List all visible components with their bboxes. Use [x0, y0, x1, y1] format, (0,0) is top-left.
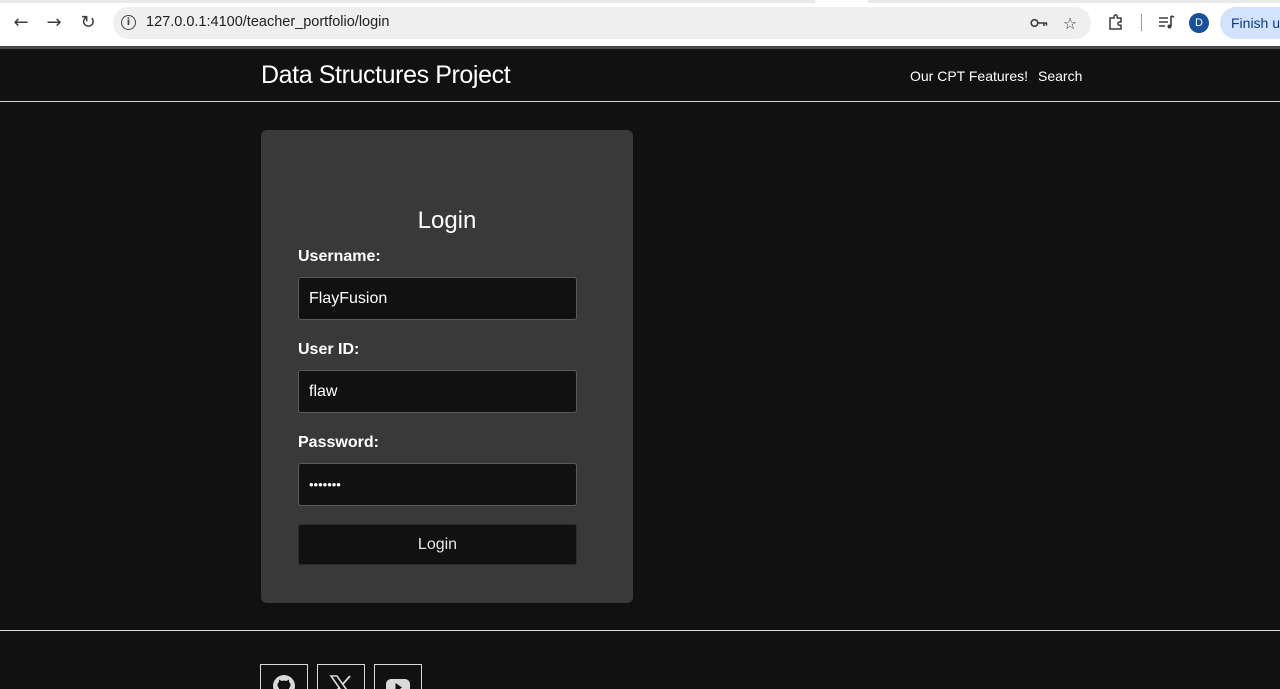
forward-arrow-icon[interactable]: →: [41, 9, 67, 35]
password-input[interactable]: [298, 463, 577, 506]
nav-link-cpt-features[interactable]: Our CPT Features!: [910, 68, 1028, 84]
username-input[interactable]: [298, 277, 577, 320]
reload-icon[interactable]: ↻: [75, 9, 101, 35]
site-header: Data Structures Project Our CPT Features…: [0, 49, 1280, 102]
github-icon[interactable]: [260, 664, 308, 689]
reading-list-icon[interactable]: [1155, 11, 1177, 33]
tab-strip-edge: [0, 0, 815, 3]
address-url[interactable]: 127.0.0.1:4100/teacher_portfolio/login: [146, 14, 389, 30]
login-submit-button[interactable]: Login: [298, 524, 577, 565]
back-arrow-icon[interactable]: ←: [8, 9, 34, 35]
site-title[interactable]: Data Structures Project: [261, 61, 511, 90]
address-bar[interactable]: i 127.0.0.1:4100/teacher_portfolio/login…: [113, 7, 1091, 39]
x-twitter-icon[interactable]: [317, 664, 365, 689]
extensions-puzzle-icon[interactable]: [1105, 11, 1127, 33]
userid-label: User ID:: [298, 341, 360, 358]
browser-toolbar: ← → ↻ i 127.0.0.1:4100/teacher_portfolio…: [0, 0, 1280, 46]
login-title: Login: [417, 207, 477, 234]
finish-update-button[interactable]: Finish up: [1220, 7, 1280, 39]
tab-strip-edge: [868, 0, 1280, 3]
site-info-icon[interactable]: i: [121, 15, 136, 30]
toolbar-separator: [1141, 14, 1142, 31]
username-label: Username:: [298, 248, 381, 265]
bookmark-star-icon[interactable]: ☆: [1060, 13, 1080, 33]
password-label: Password:: [298, 434, 379, 451]
nav-link-search[interactable]: Search: [1038, 68, 1082, 84]
userid-input[interactable]: [298, 370, 577, 413]
footer-divider: [0, 630, 1280, 631]
password-key-icon[interactable]: [1029, 13, 1049, 33]
youtube-icon[interactable]: [374, 664, 422, 689]
login-card: Login Username: User ID: Password: Login: [261, 130, 633, 603]
profile-avatar[interactable]: D: [1189, 13, 1209, 33]
